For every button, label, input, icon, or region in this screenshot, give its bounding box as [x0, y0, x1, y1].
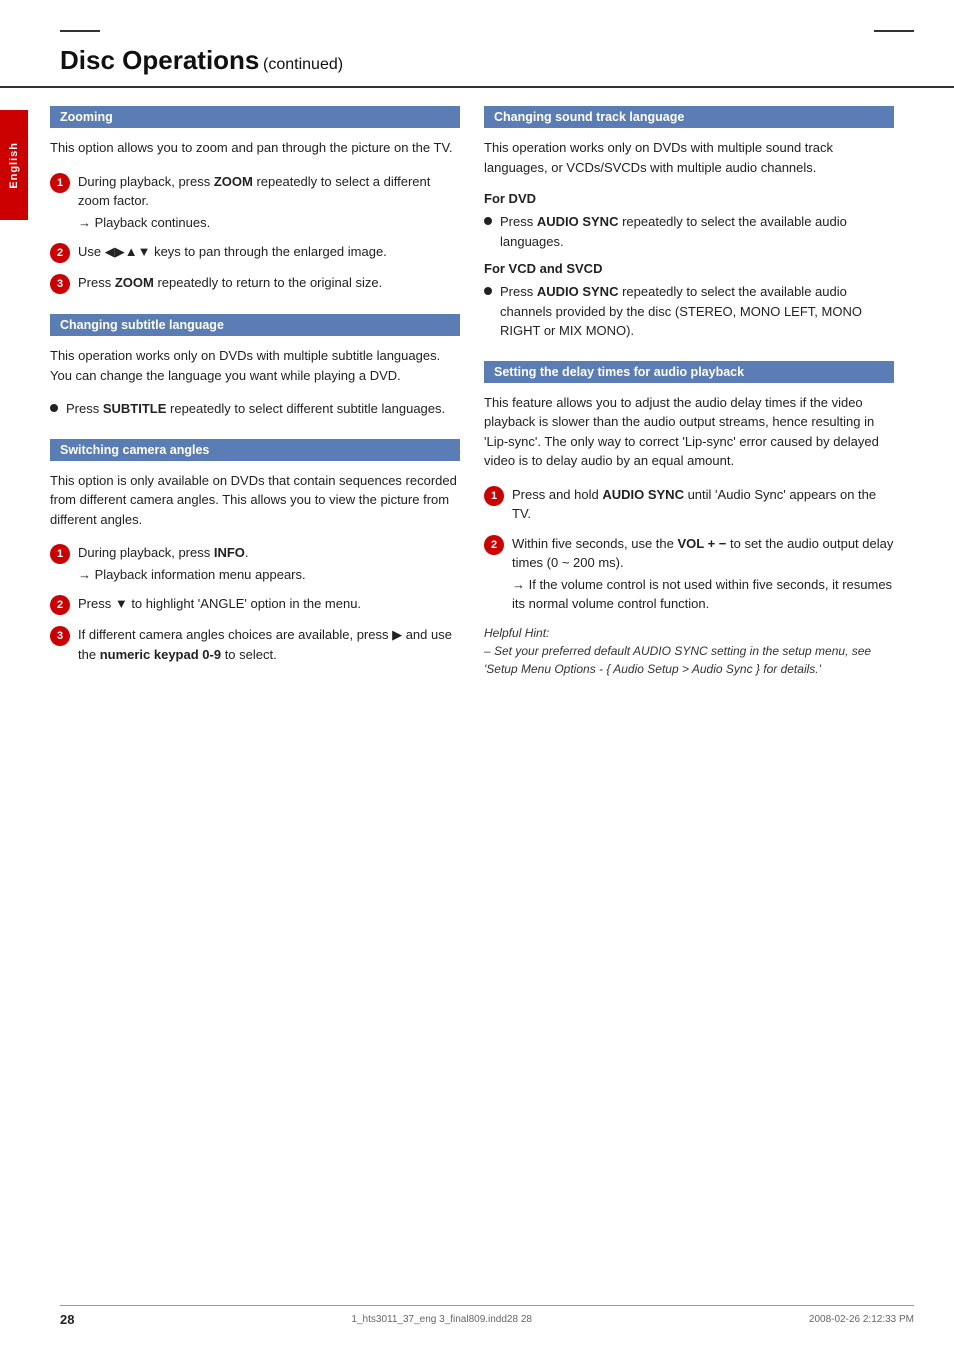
vcd-bullet-content: Press AUDIO SYNC repeatedly to select th…: [500, 282, 894, 341]
camera-step-1: 1 During playback, press INFO. → Playbac…: [50, 543, 460, 584]
top-decoration: [60, 30, 914, 32]
camera-header: Switching camera angles: [50, 439, 460, 461]
soundtrack-body: This operation works only on DVDs with m…: [484, 138, 894, 177]
audio-step-num-1: 1: [484, 486, 504, 506]
audio-step-1-content: Press and hold AUDIO SYNC until 'Audio S…: [512, 485, 894, 524]
language-tab-label: English: [8, 142, 20, 189]
dvd-bold: AUDIO SYNC: [537, 214, 619, 229]
zooming-section: Zooming This option allows you to zoom a…: [50, 106, 460, 294]
zoom-step-2-content: Use ◀▶▲▼ keys to pan through the enlarge…: [78, 242, 460, 262]
camera-bold-3: numeric keypad 0-9: [100, 647, 221, 662]
page: English Disc Operations (continued) Zoom…: [0, 0, 954, 1347]
for-vcd-header: For VCD and SVCD: [484, 261, 894, 276]
audio-bold-2: VOL + −: [677, 536, 726, 551]
dvd-bullet-dot: [484, 217, 492, 225]
helpful-hint-text: – Set your preferred default AUDIO SYNC …: [484, 644, 871, 676]
step-num-3: 3: [50, 274, 70, 294]
page-header: Disc Operations (continued): [0, 0, 954, 88]
zoom-step-3-content: Press ZOOM repeatedly to return to the o…: [78, 273, 460, 293]
zooming-body: This option allows you to zoom and pan t…: [50, 138, 460, 158]
for-dvd-header: For DVD: [484, 191, 894, 206]
camera-bold-1: INFO: [214, 545, 245, 560]
camera-section: Switching camera angles This option is o…: [50, 439, 460, 665]
subtitle-bullet-content: Press SUBTITLE repeatedly to select diff…: [66, 399, 460, 419]
helpful-hint: Helpful Hint: – Set your preferred defau…: [484, 624, 894, 678]
dvd-bullet-content: Press AUDIO SYNC repeatedly to select th…: [500, 212, 894, 251]
camera-step-num-1: 1: [50, 544, 70, 564]
audio-delay-section: Setting the delay times for audio playba…: [484, 361, 894, 678]
audio-bold-1: AUDIO SYNC: [602, 487, 684, 502]
main-content: Zooming This option allows you to zoom a…: [0, 106, 954, 698]
footer-file: 1_hts3011_37_eng 3_final809.indd28 28: [351, 1314, 532, 1325]
audio-step-2: 2 Within five seconds, use the VOL + − t…: [484, 534, 894, 614]
audio-step-2-arrow: → If the volume control is not used with…: [512, 575, 894, 614]
vcd-bullet-dot: [484, 287, 492, 295]
camera-body: This option is only available on DVDs th…: [50, 471, 460, 530]
subtitle-bullet: Press SUBTITLE repeatedly to select diff…: [50, 399, 460, 419]
subtitle-header: Changing subtitle language: [50, 314, 460, 336]
camera-step-2-content: Press ▼ to highlight 'ANGLE' option in t…: [78, 594, 460, 614]
audio-step-num-2: 2: [484, 535, 504, 555]
zoom-step-2: 2 Use ◀▶▲▼ keys to pan through the enlar…: [50, 242, 460, 263]
camera-step-3: 3 If different camera angles choices are…: [50, 625, 460, 664]
page-title-continued: (continued): [263, 56, 343, 73]
zooming-header: Zooming: [50, 106, 460, 128]
subtitle-bold: SUBTITLE: [103, 401, 167, 416]
vcd-bullet: Press AUDIO SYNC repeatedly to select th…: [484, 282, 894, 341]
zoom-step-1: 1 During playback, press ZOOM repeatedly…: [50, 172, 460, 233]
audio-delay-body: This feature allows you to adjust the au…: [484, 393, 894, 471]
vcd-bold: AUDIO SYNC: [537, 284, 619, 299]
soundtrack-header: Changing sound track language: [484, 106, 894, 128]
camera-step-3-content: If different camera angles choices are a…: [78, 625, 460, 664]
camera-step-num-3: 3: [50, 626, 70, 646]
camera-step-2: 2 Press ▼ to highlight 'ANGLE' option in…: [50, 594, 460, 615]
zoom-step-1-content: During playback, press ZOOM repeatedly t…: [78, 172, 460, 233]
top-line-left: [60, 30, 100, 32]
camera-step-1-content: During playback, press INFO. → Playback …: [78, 543, 460, 584]
zoom-bold-1: ZOOM: [214, 174, 253, 189]
page-number: 28: [60, 1312, 74, 1327]
step-num-2: 2: [50, 243, 70, 263]
footer-date: 2008-02-26 2:12:33 PM: [809, 1314, 914, 1325]
dvd-bullet: Press AUDIO SYNC repeatedly to select th…: [484, 212, 894, 251]
zoom-step-1-arrow: → Playback continues.: [78, 213, 460, 233]
col-right: Changing sound track language This opera…: [484, 106, 894, 698]
zoom-bold-3: ZOOM: [115, 275, 154, 290]
helpful-hint-label: Helpful Hint:: [484, 626, 549, 640]
step-num-1: 1: [50, 173, 70, 193]
subtitle-section: Changing subtitle language This operatio…: [50, 314, 460, 419]
subtitle-body: This operation works only on DVDs with m…: [50, 346, 460, 385]
camera-step-1-arrow: → Playback information menu appears.: [78, 565, 460, 585]
top-line-right: [874, 30, 914, 32]
language-tab: English: [0, 110, 28, 220]
footer: 28 1_hts3011_37_eng 3_final809.indd28 28…: [60, 1305, 914, 1327]
col-left: Zooming This option allows you to zoom a…: [50, 106, 460, 698]
audio-step-1: 1 Press and hold AUDIO SYNC until 'Audio…: [484, 485, 894, 524]
audio-step-2-content: Within five seconds, use the VOL + − to …: [512, 534, 894, 614]
audio-delay-header: Setting the delay times for audio playba…: [484, 361, 894, 383]
camera-step-num-2: 2: [50, 595, 70, 615]
page-title: Disc Operations: [60, 45, 259, 75]
zoom-step-3: 3 Press ZOOM repeatedly to return to the…: [50, 273, 460, 294]
subtitle-bullet-dot: [50, 404, 58, 412]
soundtrack-section: Changing sound track language This opera…: [484, 106, 894, 341]
